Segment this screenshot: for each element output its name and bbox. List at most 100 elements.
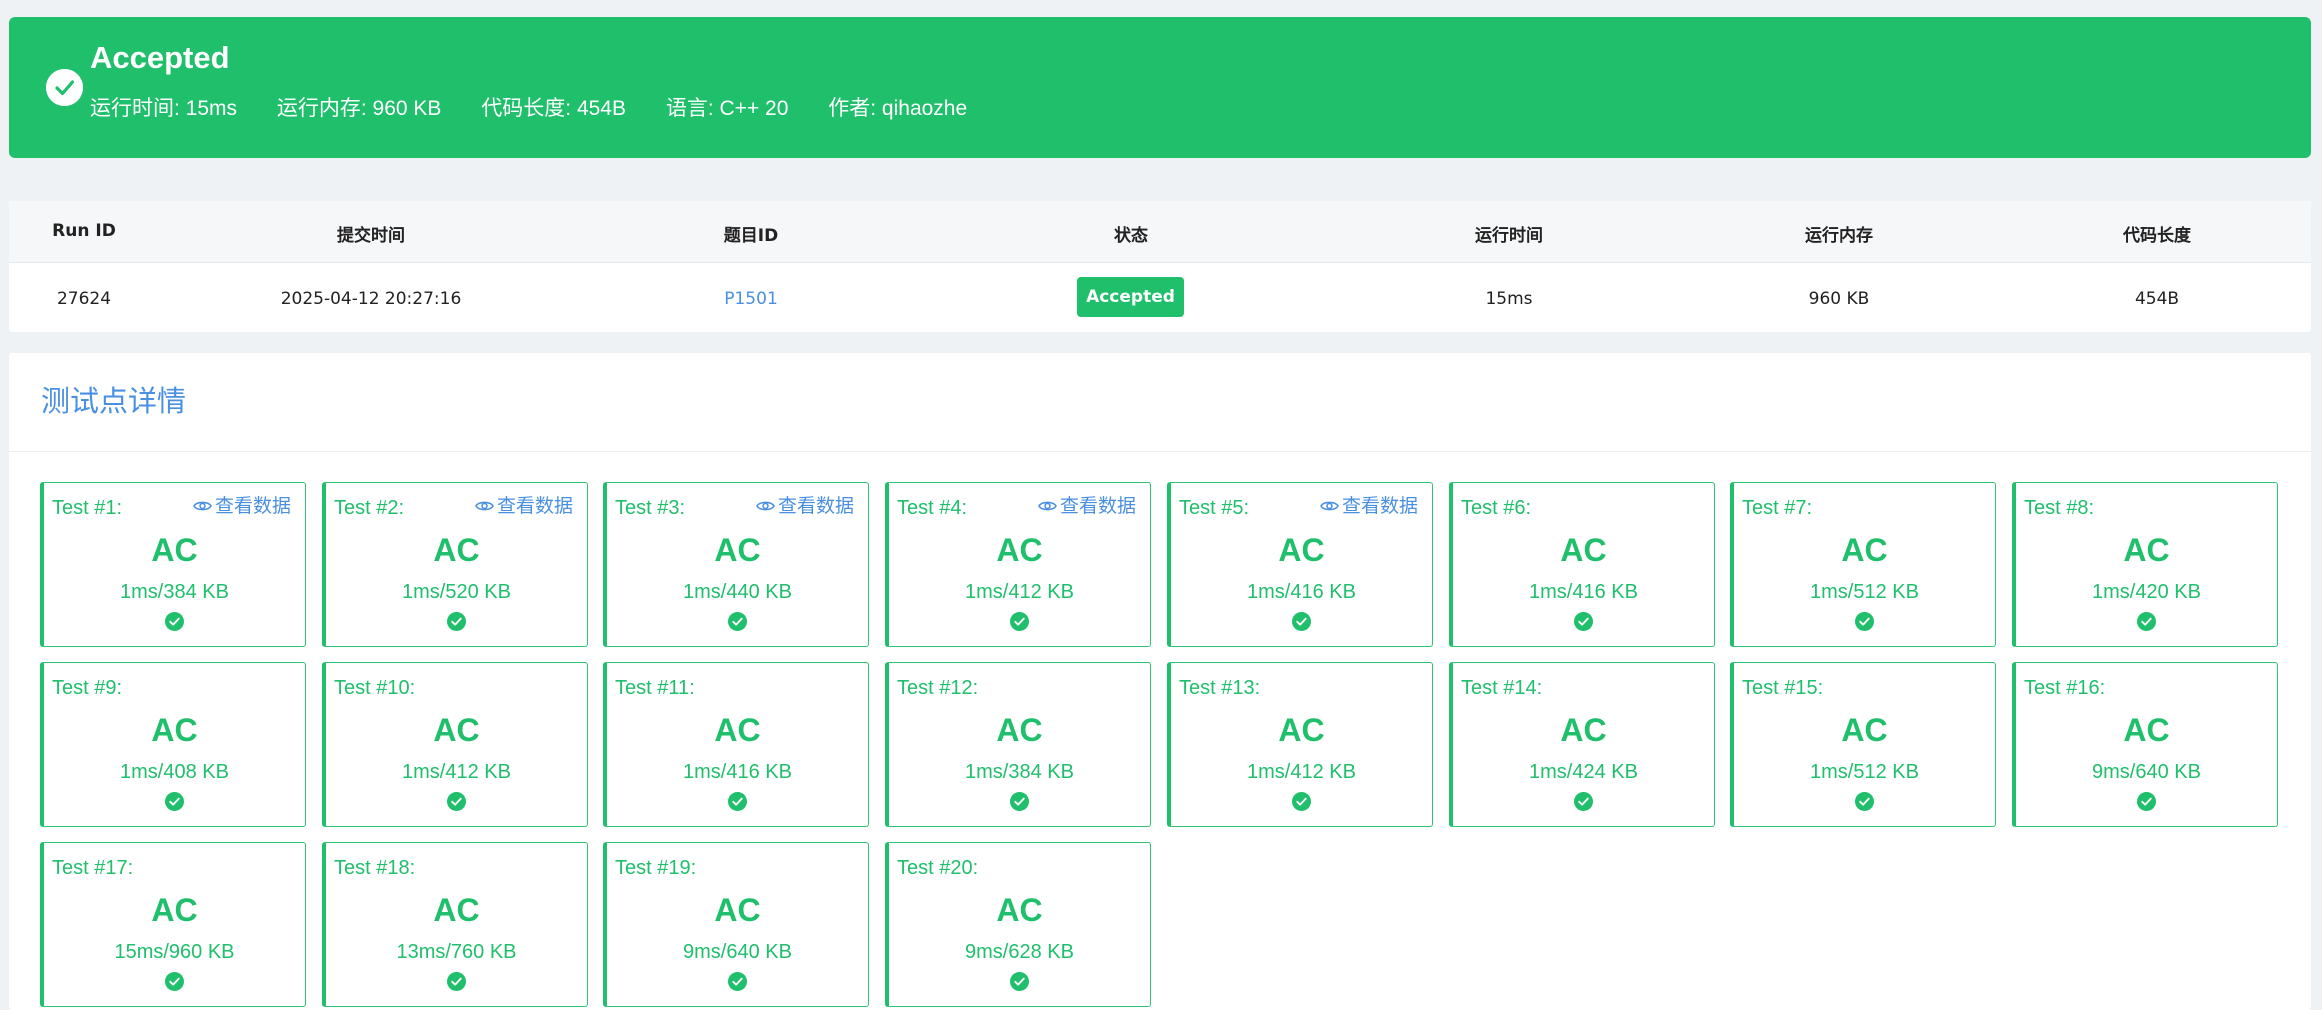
- meta-author: 作者: qihaozhe: [828, 97, 968, 120]
- test-point-box: Test #11: AC 1ms/416 KB: [603, 662, 869, 827]
- header-run-id: Run ID: [52, 221, 116, 241]
- test-point-box: Test #12: AC 1ms/384 KB: [885, 662, 1151, 827]
- eye-icon: [193, 501, 212, 511]
- test-point-box: Test #4: 查看数据 AC 1ms/412 KB: [885, 482, 1151, 647]
- test-point-box: Test #9: AC 1ms/408 KB: [40, 662, 306, 827]
- eye-icon: [756, 501, 775, 511]
- test-verdict: AC: [433, 712, 480, 748]
- test-point-box: Test #5: 查看数据 AC 1ms/416 KB: [1167, 482, 1433, 647]
- test-label: Test #3:: [615, 497, 686, 519]
- header-status: 状态: [1114, 226, 1148, 246]
- check-circle-icon: [1292, 792, 1311, 811]
- test-usage: 9ms/628 KB: [965, 941, 1074, 963]
- test-label: Test #7:: [1742, 497, 1813, 519]
- view-data-link[interactable]: 查看数据: [475, 496, 573, 519]
- test-usage: 1ms/408 KB: [120, 761, 229, 783]
- test-verdict: AC: [714, 892, 761, 928]
- test-point-box: Test #15: AC 1ms/512 KB: [1730, 662, 1996, 827]
- test-point-box: Test #7: AC 1ms/512 KB: [1730, 482, 1996, 647]
- meta-code-length: 代码长度: 454B: [481, 97, 626, 120]
- test-verdict: AC: [714, 532, 761, 568]
- test-verdict: AC: [151, 712, 198, 748]
- header-problem-id: 题目ID: [723, 226, 779, 246]
- header-submit-time: 提交时间: [337, 226, 405, 246]
- check-circle-icon: [1010, 792, 1029, 811]
- eye-icon: [475, 501, 494, 511]
- test-usage: 1ms/420 KB: [2092, 581, 2201, 603]
- test-usage: 1ms/384 KB: [120, 581, 229, 603]
- test-verdict: AC: [2123, 532, 2170, 568]
- test-point-box: Test #2: 查看数据 AC 1ms/520 KB: [322, 482, 588, 647]
- test-point-box: Test #1: 查看数据 AC 1ms/384 KB: [40, 482, 306, 647]
- test-label: Test #4:: [897, 497, 968, 519]
- cell-memory: 960 KB: [1808, 289, 1870, 309]
- test-verdict: AC: [1278, 532, 1325, 568]
- test-label: Test #12:: [897, 677, 979, 699]
- header-run-time: 运行时间: [1475, 226, 1543, 246]
- test-point-box: Test #14: AC 1ms/424 KB: [1449, 662, 1715, 827]
- view-data-label: 查看数据: [1059, 496, 1136, 517]
- meta-run-time: 运行时间: 15ms: [90, 97, 238, 120]
- test-verdict: AC: [1841, 532, 1888, 568]
- test-usage: 1ms/416 KB: [1529, 581, 1638, 603]
- status-badge: Accepted: [1077, 277, 1184, 317]
- check-circle-icon: [728, 612, 747, 631]
- check-circle-icon: [447, 792, 466, 811]
- check-circle-icon: [728, 792, 747, 811]
- test-point-box: Test #3: 查看数据 AC 1ms/440 KB: [603, 482, 869, 647]
- test-usage: 1ms/520 KB: [402, 581, 511, 603]
- test-usage: 1ms/416 KB: [683, 761, 792, 783]
- cell-code-length: 454B: [2134, 289, 2180, 309]
- check-circle-icon: [1010, 972, 1029, 991]
- test-point-box: Test #8: AC 1ms/420 KB: [2012, 482, 2278, 647]
- divider: [9, 451, 2311, 452]
- check-circle-icon: [728, 972, 747, 991]
- check-circle-icon: [1855, 792, 1874, 811]
- test-label: Test #11:: [615, 677, 695, 699]
- view-data-label: 查看数据: [214, 496, 291, 517]
- test-label: Test #9:: [52, 677, 123, 699]
- cell-submit-time: 2025-04-12 20:27:16: [280, 289, 462, 309]
- view-data-link[interactable]: 查看数据: [1038, 496, 1136, 519]
- test-point-box: Test #13: AC 1ms/412 KB: [1167, 662, 1433, 827]
- test-verdict: AC: [151, 892, 198, 928]
- test-label: Test #17:: [52, 857, 134, 879]
- test-usage: 1ms/424 KB: [1529, 761, 1638, 783]
- test-label: Test #8:: [2024, 497, 2095, 519]
- check-circle-icon: [447, 972, 466, 991]
- check-circle-icon: [46, 69, 83, 106]
- test-verdict: AC: [433, 532, 480, 568]
- view-data-link[interactable]: 查看数据: [1320, 496, 1418, 519]
- check-circle-icon: [1010, 612, 1029, 631]
- test-label: Test #18:: [334, 857, 416, 879]
- eye-icon: [1320, 501, 1339, 511]
- result-meta: 运行时间: 15ms 运行内存: 960 KB 代码长度: 454B 语言: C…: [90, 95, 967, 122]
- test-usage: 1ms/412 KB: [965, 581, 1074, 603]
- test-label: Test #2:: [334, 497, 405, 519]
- test-label: Test #10:: [334, 677, 416, 699]
- check-circle-icon: [1292, 612, 1311, 631]
- test-verdict: AC: [996, 712, 1043, 748]
- check-circle-icon: [2137, 792, 2156, 811]
- result-banner: Accepted 运行时间: 15ms 运行内存: 960 KB 代码长度: 4…: [9, 17, 2311, 158]
- test-label: Test #16:: [2024, 677, 2106, 699]
- view-data-label: 查看数据: [1341, 496, 1418, 517]
- test-usage: 1ms/412 KB: [1247, 761, 1356, 783]
- cell-run-time: 15ms: [1485, 289, 1533, 309]
- test-verdict: AC: [1560, 712, 1607, 748]
- test-point-box: Test #19: AC 9ms/640 KB: [603, 842, 869, 1007]
- eye-icon: [1038, 501, 1057, 511]
- problem-id-link[interactable]: P1501: [724, 289, 778, 309]
- check-circle-icon: [1574, 792, 1593, 811]
- meta-language: 语言: C++ 20: [665, 97, 789, 120]
- test-label: Test #5:: [1179, 497, 1250, 519]
- test-point-box: Test #6: AC 1ms/416 KB: [1449, 482, 1715, 647]
- check-circle-icon: [165, 612, 184, 631]
- test-verdict: AC: [433, 892, 480, 928]
- test-label: Test #19:: [615, 857, 697, 879]
- test-point-box: Test #10: AC 1ms/412 KB: [322, 662, 588, 827]
- view-data-link[interactable]: 查看数据: [193, 496, 291, 519]
- view-data-link[interactable]: 查看数据: [756, 496, 854, 519]
- view-data-label: 查看数据: [496, 496, 573, 517]
- header-code-length: 代码长度: [2123, 226, 2191, 246]
